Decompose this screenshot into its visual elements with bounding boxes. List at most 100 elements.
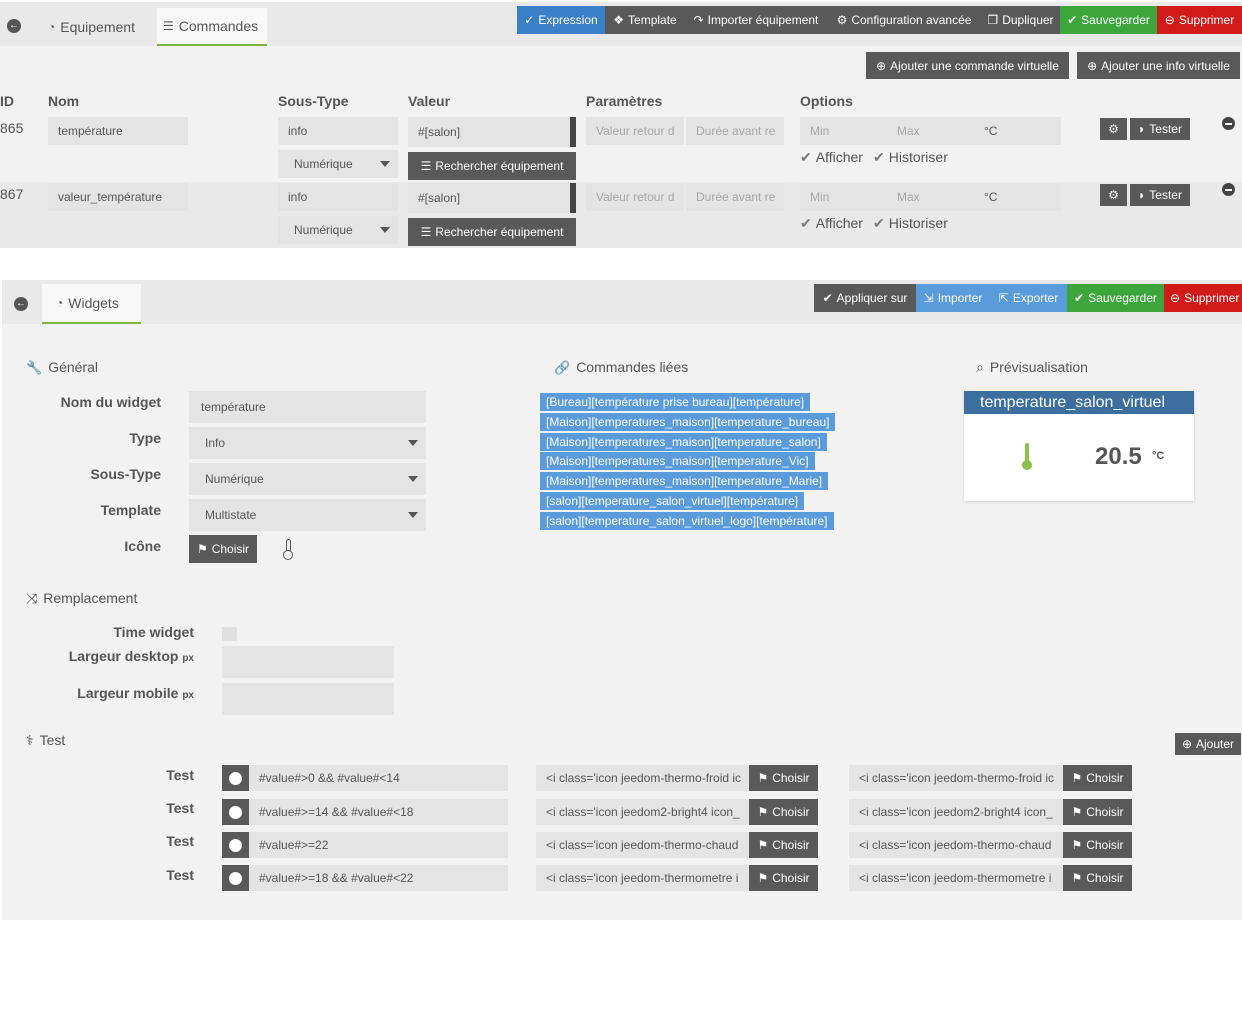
linked-command-item[interactable]: [Bureau][température prise bureau][tempé… (540, 393, 811, 411)
test-condition-input[interactable]: #value#>0 && #value#<14 (249, 765, 508, 791)
appliquer-sur-button[interactable]: ✔ Appliquer sur (814, 284, 916, 312)
ajouter-test-button[interactable]: ⊕ Ajouter (1175, 733, 1241, 755)
dupliquer-button[interactable]: ❐ Dupliquer (981, 6, 1060, 34)
test-condition-input[interactable]: #value#>=18 && #value#<22 (249, 865, 508, 891)
test-condition-input[interactable]: #value#>=14 && #value#<18 (249, 799, 508, 825)
choisir-icon-on-button[interactable]: ⚑ Choisir (749, 832, 818, 858)
command-type-input[interactable]: info (278, 183, 398, 211)
remove-test-button[interactable] (222, 799, 249, 825)
max-input[interactable]: Max (897, 124, 920, 138)
test-icon-on-input[interactable]: <i class='icon jeedom2-bright4 icon_ (536, 799, 749, 825)
remove-command-icon[interactable] (1222, 183, 1235, 196)
historiser-checkbox[interactable]: ✔ Historiser (873, 149, 948, 165)
return-value-input[interactable]: Valeur retour d (586, 117, 684, 145)
template-select[interactable]: Multistate (189, 499, 426, 531)
choisir-icon-off-button[interactable]: ⚑ Choisir (1063, 832, 1132, 858)
rechercher-equipement-button[interactable]: ☰ Rechercher équipement (408, 152, 576, 180)
nom-widget-input[interactable]: température (189, 391, 426, 423)
sauvegarder-widget-button[interactable]: ✔ Sauvegarder (1067, 284, 1164, 312)
command-type-input[interactable]: info (278, 117, 398, 145)
return-delay-input[interactable]: Durée avant re (686, 117, 784, 145)
choisir-icone-button[interactable]: ⚑ Choisir (189, 535, 257, 563)
choisir-icon-on-button[interactable]: ⚑ Choisir (749, 765, 818, 791)
remove-test-button[interactable] (222, 765, 249, 791)
back-arrow-icon[interactable]: ← (14, 297, 28, 311)
exporter-button[interactable]: ⇱ Exporter (990, 284, 1067, 312)
return-value-input[interactable]: Valeur retour d (586, 183, 684, 211)
return-delay-input[interactable]: Durée avant re (686, 183, 784, 211)
list-icon: ☰ (420, 225, 432, 239)
test-icon-off-input[interactable]: <i class='icon jeedom-thermometre i (849, 865, 1063, 891)
importer-button[interactable]: ⇲ Importer (916, 284, 990, 312)
choisir-icon-on-button[interactable]: ⚑ Choisir (749, 799, 818, 825)
afficher-checkbox[interactable]: ✔ Afficher (800, 215, 863, 231)
test-icon-on-input[interactable]: <i class='icon jeedom-thermo-chaud (536, 832, 749, 858)
template-button[interactable]: ❖ Template (605, 6, 685, 34)
chevron-down-icon (408, 512, 418, 518)
choisir-icon-off-button[interactable]: ⚑ Choisir (1063, 865, 1132, 891)
afficher-checkbox[interactable]: ✔ Afficher (800, 149, 863, 165)
add-virtual-info-button[interactable]: ⊕ Ajouter une info virtuelle (1077, 52, 1240, 79)
minus-circle-icon (229, 838, 242, 852)
tester-button[interactable]: ◗ Tester (1130, 184, 1190, 206)
tab-widgets[interactable]: ◔ Widgets (42, 284, 141, 324)
preview-title: ⌕ Prévisualisation (976, 359, 1088, 375)
command-name-input[interactable]: température (48, 117, 188, 145)
choisir-icon-off-button[interactable]: ⚑ Choisir (1063, 799, 1132, 825)
remove-test-button[interactable] (222, 865, 249, 891)
linked-command-item[interactable]: [Maison][temperatures_maison][temperatur… (540, 452, 815, 470)
command-value-input[interactable]: #[salon] (408, 117, 576, 147)
largeur-desktop-input[interactable] (222, 646, 394, 678)
chevron-down-icon (380, 227, 390, 233)
linked-command-item[interactable]: [Maison][temperatures_maison][temperatur… (540, 472, 829, 490)
sauvegarder-equipement-button[interactable]: ✔ Sauvegarder (1060, 6, 1157, 34)
back-arrow-icon[interactable]: ← (7, 19, 21, 33)
choisir-icon-on-button[interactable]: ⚑ Choisir (749, 865, 818, 891)
test-label: Test (166, 767, 194, 783)
tab-equipement[interactable]: ◔ Equipement (40, 8, 152, 46)
test-icon-on-input[interactable]: <i class='icon jeedom-thermo-froid ic (536, 765, 749, 791)
tester-button[interactable]: ◗ Tester (1130, 118, 1190, 140)
col-parametres-header: Paramètres (586, 93, 663, 109)
unit-input[interactable]: °C (984, 124, 997, 138)
linked-command-item[interactable]: [Maison][temperatures_maison][temperatur… (540, 433, 827, 451)
nom-widget-label: Nom du widget (60, 394, 161, 410)
tab-commandes-label: Commandes (178, 18, 259, 34)
test-icon-off-input[interactable]: <i class='icon jeedom-thermo-froid ic (849, 765, 1063, 791)
command-config-button[interactable]: ⚙ (1100, 184, 1127, 206)
linked-command-item[interactable]: [salon][temperature_salon_virtuel_logo][… (540, 512, 834, 530)
configuration-avancee-button[interactable]: ⚙ Configuration avancée (827, 6, 981, 34)
command-subtype-select[interactable]: Numérique (278, 150, 398, 178)
time-widget-checkbox[interactable] (222, 627, 237, 641)
min-input[interactable]: Min (810, 124, 829, 138)
unit-input[interactable]: °C (984, 190, 997, 204)
test-icon-off-input[interactable]: <i class='icon jeedom-thermo-chaud (849, 832, 1063, 858)
choisir-icon-off-button[interactable]: ⚑ Choisir (1063, 765, 1132, 791)
command-config-button[interactable]: ⚙ (1100, 118, 1127, 140)
soustype-select[interactable]: Numérique (189, 463, 426, 495)
command-name-input[interactable]: valeur_température (48, 183, 188, 211)
largeur-mobile-input[interactable] (222, 683, 394, 715)
supprimer-widget-button[interactable]: ⊖ Supprimer (1164, 284, 1242, 312)
add-virtual-command-button[interactable]: ⊕ Ajouter une commande virtuelle (866, 52, 1069, 79)
linked-command-item[interactable]: [salon][temperature_salon_virtuel][tempé… (540, 492, 805, 510)
importer-equipement-button[interactable]: ↷ Importer équipement (685, 6, 827, 34)
remove-command-icon[interactable] (1222, 117, 1235, 130)
historiser-checkbox[interactable]: ✔ Historiser (873, 215, 948, 231)
linked-command-item[interactable]: [Maison][temperatures_maison][temperatur… (540, 413, 836, 431)
remove-test-button[interactable] (222, 832, 249, 858)
flag-icon: ⚑ (196, 542, 208, 556)
command-subtype-select[interactable]: Numérique (278, 216, 398, 244)
expression-button[interactable]: ✓ Expression (517, 6, 605, 34)
tab-commandes[interactable]: ☰ Commandes (157, 8, 267, 46)
supprimer-equipement-button[interactable]: ⊖ Supprimer (1157, 6, 1242, 34)
test-icon-off-input[interactable]: <i class='icon jeedom2-bright4 icon_ (849, 799, 1063, 825)
test-condition-input[interactable]: #value#>=22 (249, 832, 508, 858)
type-select[interactable]: Info (189, 427, 426, 459)
check-icon: ✔ (873, 149, 885, 165)
command-value-input[interactable]: #[salon] (408, 183, 576, 213)
min-input[interactable]: Min (810, 190, 829, 204)
rechercher-equipement-button[interactable]: ☰ Rechercher équipement (408, 218, 576, 246)
test-icon-on-input[interactable]: <i class='icon jeedom-thermometre i (536, 865, 749, 891)
max-input[interactable]: Max (897, 190, 920, 204)
